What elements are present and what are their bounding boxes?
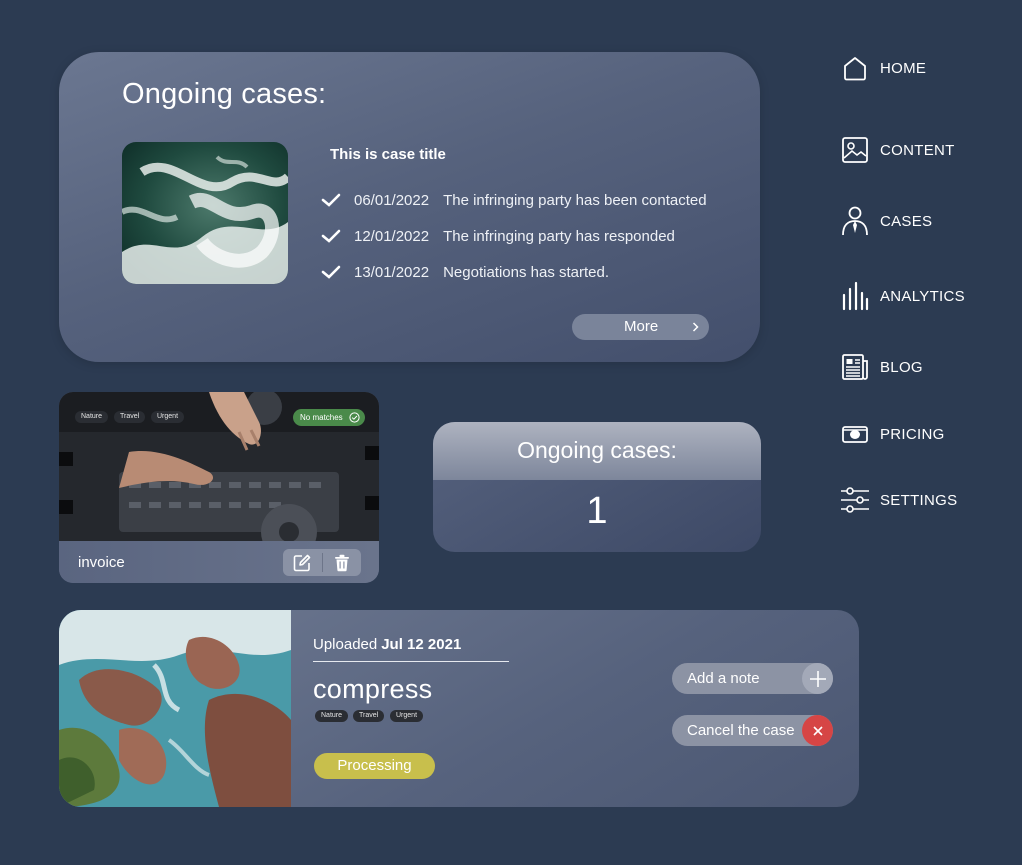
ongoing-cases-title: Ongoing cases: <box>122 78 327 110</box>
nav-item-home[interactable]: HOME <box>840 53 1010 83</box>
side-navigation: HOME CONTENT CASES ANALYTICS BLOG PRICIN… <box>840 0 1020 560</box>
cancel-case-button[interactable]: Cancel the case <box>672 715 833 746</box>
uploaded-label: Uploaded <box>313 636 378 653</box>
nav-item-pricing[interactable]: PRICING <box>840 419 1010 449</box>
nav-item-label: CONTENT <box>880 141 955 159</box>
case-event: 13/01/2022 Negotiations has started. <box>320 254 707 290</box>
nav-item-label: PRICING <box>880 425 945 443</box>
case-event-date: 13/01/2022 <box>354 263 430 281</box>
case-event-list: 06/01/2022 The infringing party has been… <box>320 182 707 290</box>
delete-button[interactable] <box>322 549 361 576</box>
upload-thumbnail[interactable] <box>59 610 291 807</box>
check-icon <box>321 265 341 279</box>
newspaper-icon <box>840 352 870 382</box>
add-note-label: Add a note <box>687 670 760 687</box>
check-circle-icon <box>349 412 360 423</box>
image-icon <box>840 135 870 165</box>
media-card[interactable]: Nature Travel Urgent No matches invoice <box>59 392 379 583</box>
divider <box>313 661 509 662</box>
counter-header: Ongoing cases: <box>433 422 761 480</box>
media-preview[interactable]: Nature Travel Urgent No matches <box>59 392 379 560</box>
nav-item-cases[interactable]: CASES <box>840 206 1010 236</box>
nav-item-blog[interactable]: BLOG <box>840 352 1010 382</box>
cancel-case-label: Cancel the case <box>687 722 795 739</box>
counter-value: 1 <box>586 490 608 532</box>
ongoing-cases-card: Ongoing cases: This is case title 06/01/… <box>59 52 760 362</box>
case-thumbnail[interactable] <box>122 142 288 284</box>
person-icon <box>840 206 870 236</box>
check-icon <box>321 229 341 243</box>
case-event-text: The infringing party has responded <box>443 227 675 245</box>
case-event: 12/01/2022 The infringing party has resp… <box>320 218 707 254</box>
sliders-icon <box>840 485 870 515</box>
case-event-date: 06/01/2022 <box>354 191 430 209</box>
status-badge: Processing <box>314 753 435 779</box>
plus-icon <box>802 663 833 694</box>
case-event: 06/01/2022 The infringing party has been… <box>320 182 707 218</box>
upload-tag: Travel <box>353 710 385 722</box>
bar-chart-icon <box>840 281 870 311</box>
close-icon <box>802 715 833 746</box>
match-status-badge: No matches <box>293 409 365 426</box>
media-actions <box>283 549 361 576</box>
case-event-text: Negotiations has started. <box>443 263 610 281</box>
nav-item-label: ANALYTICS <box>880 287 965 305</box>
media-card-footer: invoice <box>59 541 379 583</box>
trash-icon <box>334 554 349 571</box>
case-event-date: 12/01/2022 <box>354 227 430 245</box>
media-tag: Travel <box>114 411 146 423</box>
money-icon <box>840 419 870 449</box>
edit-button[interactable] <box>283 549 322 576</box>
upload-tag: Nature <box>315 710 349 722</box>
add-note-button[interactable]: Add a note <box>672 663 833 694</box>
nav-item-label: HOME <box>880 59 927 77</box>
case-event-text: The infringing party has been contacted <box>443 191 707 209</box>
ongoing-cases-counter: Ongoing cases: 1 <box>433 422 761 552</box>
home-icon <box>840 53 870 83</box>
nav-item-settings[interactable]: SETTINGS <box>840 485 1010 515</box>
more-button[interactable]: More <box>572 314 709 340</box>
nav-item-content[interactable]: CONTENT <box>840 135 1010 165</box>
check-icon <box>321 193 341 207</box>
nav-item-analytics[interactable]: ANALYTICS <box>840 281 1010 311</box>
upload-tag: Urgent <box>390 710 424 722</box>
nav-item-label: BLOG <box>880 358 923 376</box>
chevron-right-icon <box>692 322 699 332</box>
nav-item-label: SETTINGS <box>880 491 958 509</box>
uploaded-date: Jul 12 2021 <box>381 636 462 653</box>
media-tag: Urgent <box>151 411 185 423</box>
case-title: This is case title <box>330 146 446 163</box>
match-status-label: No matches <box>300 413 343 422</box>
upload-date-row: Uploaded Jul 12 2021 <box>313 636 461 653</box>
media-tag: Nature <box>75 411 109 423</box>
counter-title: Ongoing cases: <box>517 437 677 463</box>
edit-icon <box>293 554 311 571</box>
media-name: invoice <box>78 554 125 571</box>
file-name: compress <box>313 674 433 704</box>
nav-item-label: CASES <box>880 212 933 230</box>
more-button-label: More <box>624 318 659 335</box>
upload-card: Uploaded Jul 12 2021 compress Nature Trav… <box>59 610 859 807</box>
